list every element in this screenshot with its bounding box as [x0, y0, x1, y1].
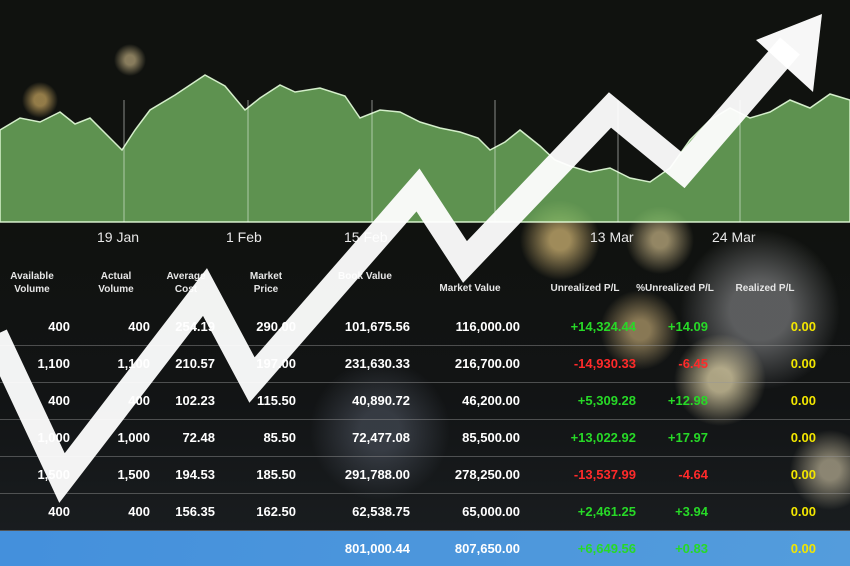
stock-market-image: 19 Jan 1 Feb 15 Feb 13 Mar 24 Mar Availa…: [0, 0, 850, 566]
trend-up-arrow: [0, 14, 822, 503]
arrow-shaft: [0, 37, 800, 503]
